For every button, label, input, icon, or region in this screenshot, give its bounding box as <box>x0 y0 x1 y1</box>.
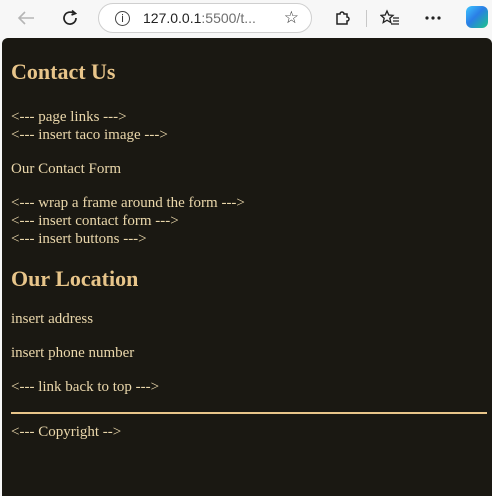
page-title: Contact Us <box>11 59 116 84</box>
edge-logo[interactable] <box>466 6 488 28</box>
favorites-icon[interactable] <box>376 4 404 32</box>
address-bar[interactable]: i 127.0.0.1:5500/t... ☆ <box>98 3 312 33</box>
page-content: Contact Us <--- page links ---> <--- ins… <box>2 38 492 496</box>
taco-image-comment: <--- insert taco image ---> <box>11 127 168 143</box>
contact-form-title: Our Contact Form <box>11 161 121 177</box>
toolbar-separator <box>366 10 367 27</box>
contact-form-comment: <--- insert contact form ---> <box>11 213 179 229</box>
browser-toolbar: i 127.0.0.1:5500/t... ☆ <box>0 0 492 37</box>
back-arrow-icon[interactable] <box>12 4 40 32</box>
phone-text: insert phone number <box>11 345 135 361</box>
url-text[interactable]: 127.0.0.1:5500/t... <box>143 10 256 26</box>
copyright-comment: <--- Copyright --> <box>11 424 122 440</box>
address-text: insert address <box>11 311 94 327</box>
star-icon[interactable]: ☆ <box>284 8 299 28</box>
reload-icon[interactable] <box>56 4 84 32</box>
frame-comment: <--- wrap a frame around the form ---> <box>11 195 245 211</box>
extensions-icon[interactable] <box>328 4 356 32</box>
back-to-top-comment: <--- link back to top ---> <box>11 379 160 395</box>
more-icon[interactable] <box>419 4 447 32</box>
buttons-comment: <--- insert buttons ---> <box>11 231 147 247</box>
info-icon[interactable]: i <box>115 10 130 26</box>
url-rest: :5500/t... <box>201 10 256 26</box>
page-links-comment: <--- page links ---> <box>11 109 127 125</box>
location-heading: Our Location <box>11 266 139 291</box>
url-host: 127.0.0.1 <box>143 10 202 26</box>
